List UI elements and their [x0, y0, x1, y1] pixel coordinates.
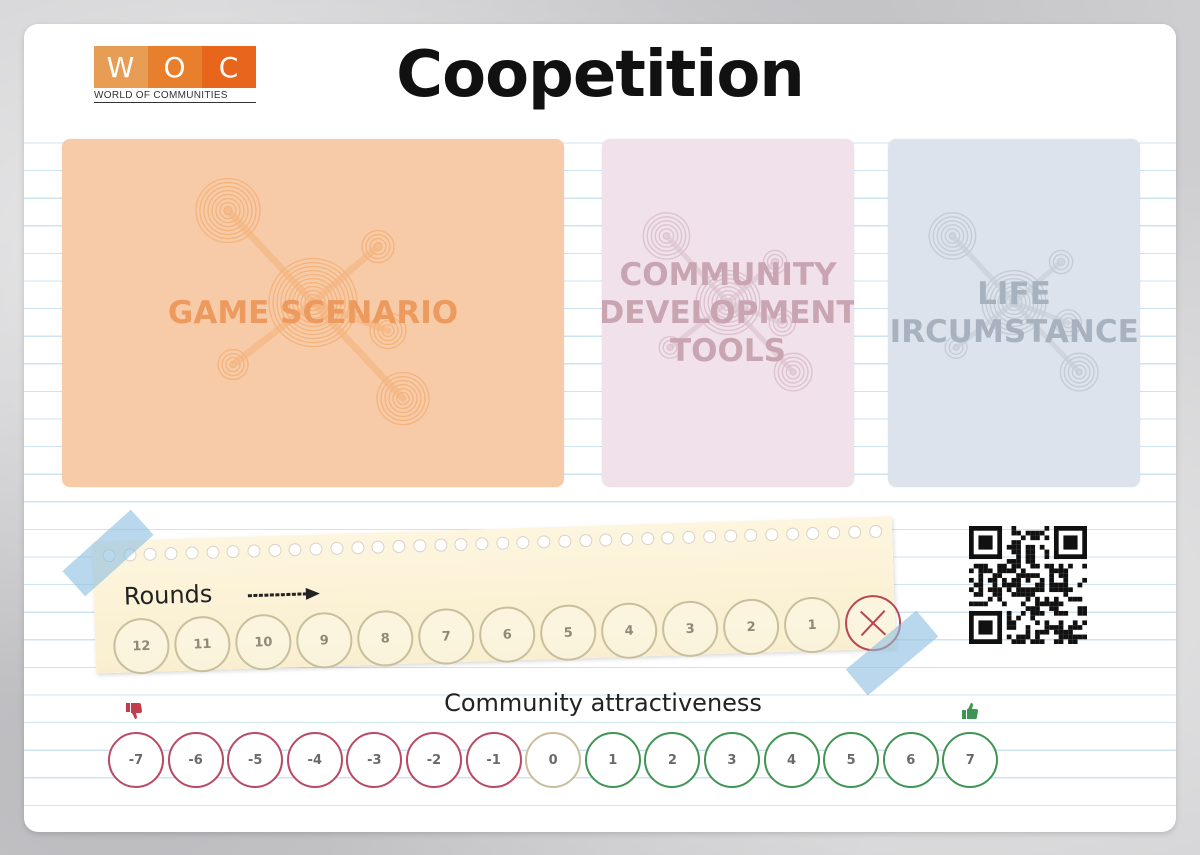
- punch-hole: [744, 528, 758, 543]
- attractiveness-track: -7 -6 -5 -4 -3 -2 -1 0 1 2 3 4 5 6 7: [108, 732, 999, 788]
- punch-hole: [164, 546, 178, 561]
- game-title: Coopetition: [396, 38, 805, 112]
- round-space[interactable]: 9: [295, 611, 354, 670]
- game-board: W O C WORLD OF COMMUNITIES Coopetition G…: [24, 24, 1176, 832]
- round-space[interactable]: 7: [417, 607, 476, 666]
- attractiveness-space[interactable]: -2: [405, 732, 462, 788]
- attractiveness-space[interactable]: 7: [942, 732, 999, 788]
- attractiveness-space[interactable]: 6: [882, 732, 939, 788]
- community-development-tools-card[interactable]: COMMUNITY DEVELOPMENT TOOLS: [602, 139, 854, 487]
- punch-hole: [682, 530, 696, 545]
- round-space[interactable]: 6: [478, 605, 537, 664]
- attractiveness-space[interactable]: -1: [465, 732, 522, 788]
- card-label-life-circumstances: LIFE CIRCUMSTANCES: [888, 276, 1140, 350]
- attractiveness-space[interactable]: 3: [703, 732, 760, 788]
- punch-hole: [185, 546, 199, 560]
- punch-hole: [371, 540, 385, 554]
- attractiveness-space[interactable]: -7: [108, 732, 164, 788]
- punch-hole: [350, 541, 365, 555]
- punch-hole: [268, 543, 282, 558]
- punch-hole: [226, 544, 241, 559]
- round-circles: 12 11 10 9 8 7 6 5 4 3 2 1: [112, 594, 902, 675]
- game-scenario-card[interactable]: GAME SCENARIO: [62, 139, 564, 487]
- punch-hole: [557, 534, 572, 548]
- attractiveness-space[interactable]: -3: [346, 732, 403, 788]
- round-space[interactable]: 1: [783, 596, 841, 654]
- attractiveness-space[interactable]: 2: [644, 732, 701, 788]
- punch-hole: [806, 526, 820, 541]
- punch-hole: [288, 543, 303, 557]
- punch-hole: [309, 542, 323, 556]
- round-space[interactable]: 3: [661, 599, 720, 658]
- punch-hole: [516, 535, 530, 550]
- card-label-community-development-tools: COMMUNITY DEVELOPMENT TOOLS: [602, 257, 854, 369]
- punch-hole: [537, 535, 551, 549]
- punch-hole: [868, 524, 882, 539]
- punch-hole: [599, 533, 613, 547]
- rounds-label: Rounds: [123, 579, 213, 611]
- punch-hole: [578, 533, 593, 548]
- arrow-right-icon: [247, 587, 320, 600]
- round-space[interactable]: 5: [539, 603, 598, 662]
- qr-code-icon[interactable]: [969, 526, 1087, 644]
- attractiveness-label: Community attractiveness: [444, 689, 762, 717]
- punch-hole: [433, 538, 448, 552]
- punch-hole: [620, 532, 634, 547]
- round-space[interactable]: 11: [173, 615, 232, 674]
- life-circumstances-card[interactable]: LIFE CIRCUMSTANCES: [888, 139, 1140, 487]
- attractiveness-space[interactable]: -6: [167, 732, 224, 788]
- punch-hole: [454, 537, 468, 552]
- round-space[interactable]: 8: [356, 609, 415, 668]
- punch-hole: [412, 539, 427, 553]
- attractiveness-space[interactable]: -5: [227, 732, 284, 788]
- punch-hole: [765, 528, 779, 542]
- punch-hole: [723, 529, 738, 543]
- punch-holes: [102, 524, 882, 563]
- punch-hole: [661, 531, 675, 545]
- punch-hole: [247, 544, 261, 558]
- punch-hole: [330, 541, 344, 556]
- punch-hole: [827, 526, 841, 540]
- round-space[interactable]: 2: [722, 598, 780, 656]
- punch-hole: [785, 527, 800, 541]
- round-space[interactable]: 12: [112, 617, 171, 675]
- attractiveness-space[interactable]: 4: [763, 732, 820, 788]
- punch-hole: [640, 531, 655, 546]
- attractiveness-space[interactable]: -4: [286, 732, 343, 788]
- attractiveness-space[interactable]: 5: [823, 732, 880, 788]
- round-space[interactable]: 10: [234, 613, 293, 672]
- attractiveness-space[interactable]: 1: [584, 732, 641, 788]
- round-space[interactable]: 4: [600, 601, 659, 660]
- punch-hole: [143, 547, 158, 561]
- punch-hole: [205, 545, 220, 560]
- punch-hole: [702, 529, 717, 544]
- punch-hole: [495, 536, 510, 550]
- card-label-game-scenario: GAME SCENARIO: [167, 295, 459, 331]
- rounds-track: Rounds 12 11 10 9 8 7 6 5 4 3 2 1: [92, 516, 902, 675]
- punch-hole: [392, 539, 406, 554]
- punch-hole: [475, 537, 489, 551]
- attractiveness-space[interactable]: 0: [525, 732, 582, 788]
- punch-hole: [847, 525, 862, 539]
